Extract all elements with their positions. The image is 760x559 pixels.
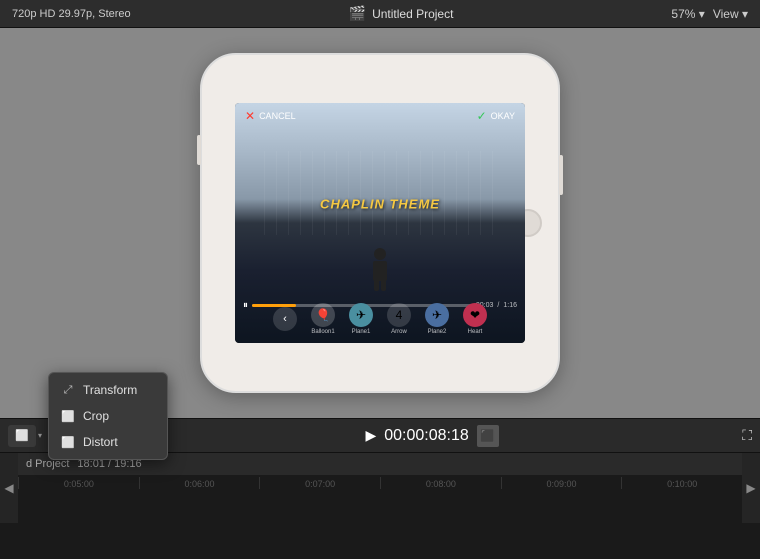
- transform-dropdown-menu: ⤢ Transform ⬜ Crop ⬜ Distort: [48, 372, 168, 460]
- ruler-mark-3: 0:08:00: [380, 477, 501, 489]
- timecode-frames: 8:18: [438, 427, 469, 444]
- heart-label: Heart: [468, 329, 483, 335]
- dropdown-item-distort[interactable]: ⬜ Distort: [49, 429, 167, 455]
- timeline-ruler[interactable]: 0:05:00 0:06:00 0:07:00 0:08:00 0:09:00 …: [18, 475, 742, 523]
- ruler-mark-1: 0:06:00: [139, 477, 260, 489]
- resolution-label: 720p HD 29.97p, Stereo: [12, 8, 131, 20]
- building-lines: [264, 151, 496, 235]
- timecode-prefix: 00:00:0: [384, 427, 437, 444]
- ruler-mark-4: 0:09:00: [501, 477, 622, 489]
- preview-area: ✕ CANCEL ✓ OKAY CHAPLIN THEME: [0, 28, 760, 418]
- crop-icon: ⬜: [61, 409, 75, 423]
- phone-side-button-left: [197, 135, 201, 165]
- crop-label: Crop: [83, 409, 109, 423]
- timeline-area: ◀ d Project 18:01 / 19:16 0:05:00 0:06:0…: [0, 453, 760, 523]
- figure-head: [374, 248, 386, 260]
- plane2-label: Plane2: [428, 329, 447, 335]
- distort-label: Distort: [83, 435, 118, 449]
- cancel-label: CANCEL: [259, 111, 296, 121]
- fullscreen-button[interactable]: ⛶: [742, 427, 752, 444]
- sticker-balloon1[interactable]: 🎈 Balloon1: [311, 303, 335, 335]
- okay-label: OKAY: [491, 111, 515, 121]
- view-control[interactable]: View ▾: [713, 7, 748, 21]
- ruler-marks: 0:05:00 0:06:00 0:07:00 0:08:00 0:09:00 …: [18, 475, 742, 523]
- timeline-nav-right[interactable]: ▶: [742, 453, 760, 523]
- zoom-dropdown-arrow: ▾: [699, 7, 705, 21]
- sticker-bar: ‹ 🎈 Balloon1 ✈ Plane1 4 Arrow ✈ Plane2: [235, 303, 525, 335]
- figure-leg-left: [374, 281, 379, 291]
- arrow-label: Arrow: [391, 329, 407, 335]
- timeline-content: d Project 18:01 / 19:16 0:05:00 0:06:00 …: [18, 453, 742, 523]
- insert-button[interactable]: ⬛: [477, 425, 499, 447]
- transform-icon: ⤢: [61, 383, 75, 397]
- person-figure: [370, 248, 390, 288]
- figure-leg-right: [381, 281, 386, 291]
- main-play-button[interactable]: ▶: [365, 427, 376, 444]
- video-top-bar: ✕ CANCEL ✓ OKAY: [235, 103, 525, 129]
- balloon1-label: Balloon1: [311, 329, 334, 335]
- phone-mockup: ✕ CANCEL ✓ OKAY CHAPLIN THEME: [200, 53, 560, 393]
- phone-screen: ✕ CANCEL ✓ OKAY CHAPLIN THEME: [235, 103, 525, 343]
- top-bar: 720p HD 29.97p, Stereo 🎬 Untitled Projec…: [0, 0, 760, 28]
- check-icon: ✓: [477, 109, 487, 123]
- sticker-heart[interactable]: ❤ Heart: [463, 303, 487, 335]
- sticker-arrow[interactable]: 4 Arrow: [387, 303, 411, 335]
- plane2-icon: ✈: [425, 303, 449, 327]
- project-title: Untitled Project: [372, 7, 453, 21]
- zoom-control[interactable]: 57% ▾: [671, 7, 704, 21]
- dropdown-item-crop[interactable]: ⬜ Crop: [49, 403, 167, 429]
- film-icon: 🎬: [349, 5, 366, 22]
- chaplin-theme-text: CHAPLIN THEME: [320, 196, 440, 211]
- phone-side-button-right: [559, 155, 563, 195]
- cancel-button[interactable]: ✕ CANCEL: [245, 109, 296, 123]
- figure-body: [373, 261, 387, 281]
- transform-label: Transform: [83, 383, 137, 397]
- timecode-display: 00:00:08:18: [384, 427, 469, 445]
- okay-button[interactable]: ✓ OKAY: [477, 109, 515, 123]
- plane1-icon: ✈: [349, 303, 373, 327]
- timeline-nav-left[interactable]: ◀: [0, 453, 18, 523]
- heart-icon: ❤: [463, 303, 487, 327]
- view-dropdown-arrow: ▾: [742, 7, 748, 21]
- back-button[interactable]: ‹: [273, 307, 297, 331]
- timecode-area: ▶ 00:00:08:18 ⬛: [128, 425, 736, 447]
- ruler-mark-5: 0:10:00: [621, 477, 742, 489]
- top-bar-controls: 57% ▾ View ▾: [671, 7, 748, 21]
- plane1-label: Plane1: [352, 329, 371, 335]
- ruler-mark-2: 0:07:00: [259, 477, 380, 489]
- sticker-plane2[interactable]: ✈ Plane2: [425, 303, 449, 335]
- distort-icon: ⬜: [61, 435, 75, 449]
- dropdown-item-transform[interactable]: ⤢ Transform: [49, 377, 167, 403]
- figure-legs: [370, 281, 390, 291]
- arrow-icon: 4: [387, 303, 411, 327]
- x-icon: ✕: [245, 109, 255, 123]
- clip-tool-dropdown[interactable]: ▾: [38, 431, 42, 440]
- balloon1-icon: 🎈: [311, 303, 335, 327]
- ruler-mark-0: 0:05:00: [18, 477, 139, 489]
- clip-tool-button[interactable]: ⬜: [8, 425, 36, 447]
- project-title-area: 🎬 Untitled Project: [349, 5, 454, 22]
- sticker-plane1[interactable]: ✈ Plane1: [349, 303, 373, 335]
- clip-tool-group: ⬜ ▾: [8, 425, 42, 447]
